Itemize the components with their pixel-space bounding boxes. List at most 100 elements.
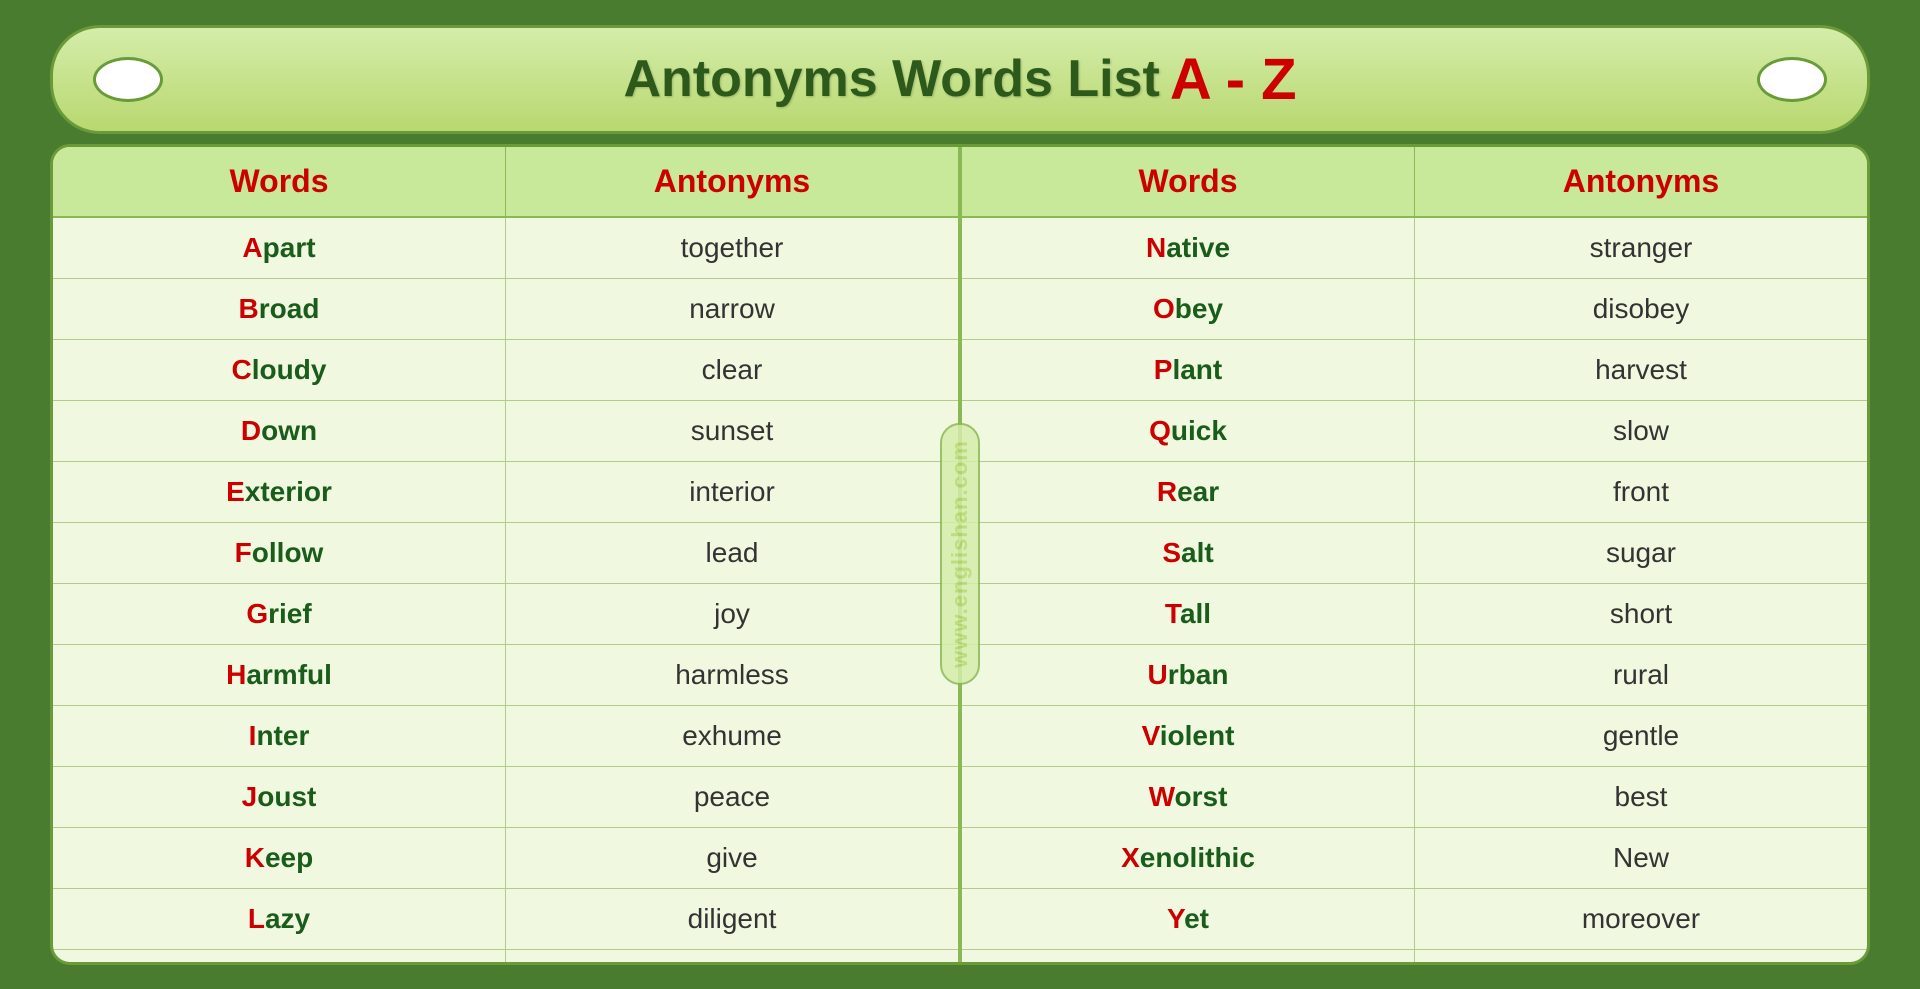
title-oval-right <box>1757 57 1827 102</box>
rest-word: bey <box>1175 293 1223 324</box>
table-row: Harmful harmless <box>53 645 958 706</box>
rest-word: et <box>1184 903 1209 934</box>
rest-word: ative <box>1166 232 1230 263</box>
title-oval-left <box>93 57 163 102</box>
rest-word: xterior <box>245 476 332 507</box>
table-row: Inter exhume <box>53 706 958 767</box>
title-main: Antonyms Words List <box>623 49 1159 109</box>
table-row: Yet moreover <box>962 889 1867 950</box>
rest-word: azy <box>265 903 310 934</box>
first-letter: E <box>226 476 245 507</box>
word-cell: Follow <box>53 523 506 583</box>
table-row: Cloudy clear <box>53 340 958 401</box>
antonym-cell: slow <box>1415 401 1867 461</box>
antonym-cell: disobey <box>1415 279 1867 339</box>
table-row: Rear front <box>962 462 1867 523</box>
table-row: Obey disobey <box>962 279 1867 340</box>
rest-word: oust <box>257 781 316 812</box>
table-row: Exterior interior <box>53 462 958 523</box>
first-letter: P <box>1154 354 1173 385</box>
title-bar: Antonyms Words List A - Z <box>50 25 1870 134</box>
antonym-cell: joy <box>506 584 958 644</box>
first-letter: F <box>235 537 252 568</box>
right-table: Words Antonyms Native stranger Obey diso… <box>962 147 1867 962</box>
table-row: Apart together <box>53 218 958 279</box>
left-data-rows: Apart together Broad narrow Cloudy clear… <box>53 218 958 965</box>
word-cell: Yet <box>962 889 1415 949</box>
word-cell: Violent <box>962 706 1415 766</box>
word-cell: Minor <box>53 950 506 965</box>
right-col-headers: Words Antonyms <box>962 147 1867 218</box>
table-row: Plant harvest <box>962 340 1867 401</box>
antonym-cell: peace <box>506 767 958 827</box>
table-row: Keep give <box>53 828 958 889</box>
table-row: Joust peace <box>53 767 958 828</box>
first-letter: C <box>232 354 252 385</box>
word-cell: Salt <box>962 523 1415 583</box>
antonym-cell: interior <box>506 462 958 522</box>
antonym-cell: sugar <box>1415 523 1867 583</box>
first-letter: D <box>241 415 261 446</box>
table-row: Grief joy <box>53 584 958 645</box>
center-divider: www.englishan.com <box>958 147 962 962</box>
antonym-cell: clear <box>506 340 958 400</box>
word-cell: Harmful <box>53 645 506 705</box>
rest-word: rban <box>1168 659 1229 690</box>
rest-word: rief <box>268 598 312 629</box>
first-letter: S <box>1162 537 1181 568</box>
first-letter: W <box>1149 781 1175 812</box>
antonym-cell: gentle <box>1415 706 1867 766</box>
rest-word: iolent <box>1160 720 1235 751</box>
first-letter: L <box>248 903 265 934</box>
word-cell: Worst <box>962 767 1415 827</box>
left-col-headers: Words Antonyms <box>53 147 958 218</box>
word-cell: Urban <box>962 645 1415 705</box>
first-letter: R <box>1157 476 1177 507</box>
antonym-cell: New <box>1415 828 1867 888</box>
antonym-cell: moreover <box>1415 889 1867 949</box>
table-row: Urban rural <box>962 645 1867 706</box>
table-row: Zip slow <box>962 950 1867 965</box>
rest-word: inor <box>264 964 317 965</box>
word-cell: Quick <box>962 401 1415 461</box>
antonym-cell: harmless <box>506 645 958 705</box>
word-cell: Cloudy <box>53 340 506 400</box>
word-cell: Zip <box>962 950 1415 965</box>
antonym-cell: narrow <box>506 279 958 339</box>
antonym-cell: short <box>1415 584 1867 644</box>
first-letter: H <box>226 659 246 690</box>
first-letter: V <box>1142 720 1160 751</box>
first-letter: J <box>242 781 258 812</box>
first-letter: O <box>1153 293 1175 324</box>
table-container: Words Antonyms Apart together Broad narr… <box>50 144 1870 965</box>
rest-word: armful <box>246 659 332 690</box>
rest-word: orst <box>1175 781 1228 812</box>
first-letter: K <box>245 842 265 873</box>
right-data-rows: Native stranger Obey disobey Plant harve… <box>962 218 1867 965</box>
antonym-cell: best <box>1415 767 1867 827</box>
right-antonyms-header: Antonyms <box>1415 147 1867 216</box>
word-cell: Plant <box>962 340 1415 400</box>
antonym-cell: lead <box>506 523 958 583</box>
word-cell: Rear <box>962 462 1415 522</box>
table-row: Salt sugar <box>962 523 1867 584</box>
word-cell: Joust <box>53 767 506 827</box>
rest-word: nter <box>256 720 309 751</box>
antonym-cell: diligent <box>506 889 958 949</box>
antonym-cell: give <box>506 828 958 888</box>
word-cell: Exterior <box>53 462 506 522</box>
first-letter: B <box>239 293 259 324</box>
word-cell: Native <box>962 218 1415 278</box>
table-row: Follow lead <box>53 523 958 584</box>
table-row: Down sunset <box>53 401 958 462</box>
antonym-cell: major <box>506 950 958 965</box>
word-cell: Lazy <box>53 889 506 949</box>
table-row: Quick slow <box>962 401 1867 462</box>
rest-word: alt <box>1181 537 1214 568</box>
rest-word: road <box>259 293 320 324</box>
table-row: Tall short <box>962 584 1867 645</box>
rest-word: eep <box>265 842 313 873</box>
table-row: Xenolithic New <box>962 828 1867 889</box>
rest-word: loudy <box>252 354 327 385</box>
rest-word: ollow <box>252 537 324 568</box>
